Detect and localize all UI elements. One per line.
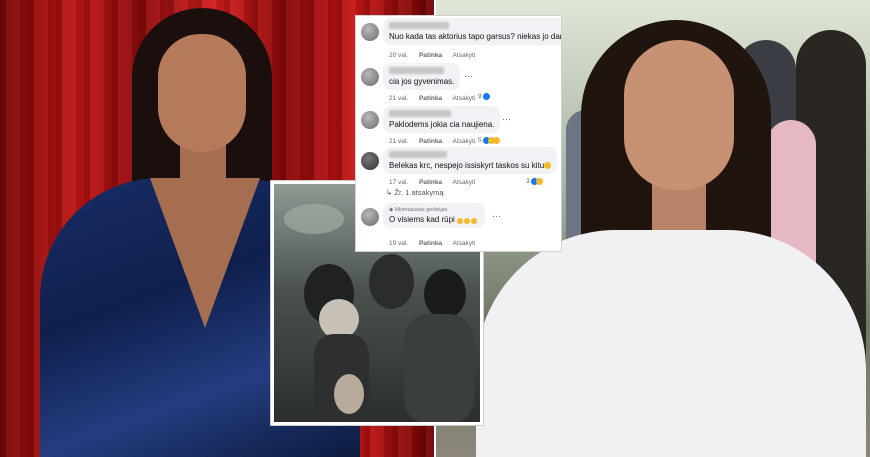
face [624,40,734,190]
avatar [361,208,379,226]
comment-meta: 20 val. Patinka Atsakyti [389,52,484,59]
like-link[interactable]: Patinka [419,138,442,145]
laughing-emojis-icon [457,217,479,224]
comment-meta: 19 val. Patinka Atsakyti [389,240,484,247]
comment-item: Paklodems jokia cia naujiena. ··· 5 21 v… [356,106,561,151]
avatar [361,23,379,41]
avatar [361,152,379,170]
comment-text: Paklodems jokia cia naujiena. [389,120,495,129]
comment-time: 17 val. [389,179,409,186]
comment-time: 20 val. [389,52,409,59]
laughing-emoji-icon [544,162,552,170]
haha-reaction-icon [493,137,501,144]
comment-text: cia jos gyvenimas. [389,77,455,86]
more-options-icon[interactable]: ··· [492,211,501,221]
comment-meta: 17 val. Patinka Atsakyti [389,179,484,186]
comment-meta: 21 val. Patinka Atsakyti [389,138,484,145]
more-options-icon[interactable]: ··· [502,114,511,124]
like-link[interactable]: Patinka [419,240,442,247]
gown-neckline [150,178,260,328]
reply-link[interactable]: Atsakyti [453,138,476,145]
view-replies-link[interactable]: ↳ Žr. 1 atsakymą [386,188,444,197]
comment-time: 19 val. [389,240,409,247]
comment-bubble: Belekas krc, nespejo issiskyrt taskos su… [383,147,558,174]
comment-text: Nuo kada tas aktorius tapo garsus? nieka… [389,32,562,41]
like-link[interactable]: Patinka [419,95,442,102]
comment-item: ◆ Itikimiausias gerbėjas O visiems kad r… [356,203,561,248]
comment-item: Belekas krc, nespejo issiskyrt taskos su… [356,147,561,192]
comment-text: O visiems kad rūpi [389,215,479,224]
comment-item: cia jos gyvenimas. ··· 9 21 val. Patinka… [356,63,561,108]
dancer-face [319,299,359,339]
reply-link[interactable]: Atsakyti [453,179,476,186]
comment-item: Nuo kada tas aktorius tapo garsus? nieka… [356,18,561,63]
avatar [361,111,379,129]
reply-link[interactable]: Atsakyti [453,52,476,59]
haha-reaction-icon [536,178,544,185]
comment-bubble: Paklodems jokia cia naujiena. [383,106,501,133]
crowd-head [369,254,414,309]
like-reaction-icon [483,93,491,100]
comments-panel: Nuo kada tas aktorius tapo garsus? nieka… [355,15,562,252]
author-name-blurred [389,110,451,117]
light-haze [284,204,344,234]
comment-time: 21 val. [389,138,409,145]
face [158,34,246,152]
dancer-arm [334,374,364,414]
crowd-head [424,269,466,319]
avatar [361,68,379,86]
comment-bubble: cia jos gyvenimas. [383,63,461,90]
author-name-blurred [389,67,444,74]
more-options-icon[interactable]: ··· [464,71,473,81]
person-shirt [404,314,474,422]
like-link[interactable]: Patinka [419,179,442,186]
author-name-blurred [389,22,449,29]
reaction-count[interactable]: 3 [526,178,544,185]
comment-meta: 21 val. Patinka Atsakyti [389,95,484,102]
reply-link[interactable]: Atsakyti [453,95,476,102]
top-fan-badge: ◆ Itikimiausias gerbėjas [389,207,448,213]
like-link[interactable]: Patinka [419,52,442,59]
comment-time: 21 val. [389,95,409,102]
comment-bubble: ◆ Itikimiausias gerbėjas O visiems kad r… [383,203,486,228]
reply-link[interactable]: Atsakyti [453,240,476,247]
comment-text: Belekas krc, nespejo issiskyrt taskos su… [389,161,552,170]
comment-bubble: Nuo kada tas aktorius tapo garsus? nieka… [383,18,562,45]
author-name-blurred [389,151,447,158]
white-hoodie [476,230,866,457]
